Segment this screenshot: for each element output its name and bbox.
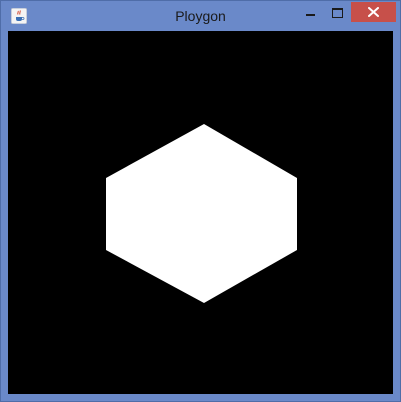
minimize-button[interactable]: [297, 3, 324, 23]
close-button[interactable]: [351, 2, 396, 22]
minimize-icon: [306, 14, 315, 16]
maximize-button[interactable]: [324, 3, 351, 23]
app-window: Ploygon: [0, 0, 401, 402]
title-bar[interactable]: Ploygon: [1, 1, 400, 31]
close-icon: [368, 7, 379, 17]
maximize-icon: [332, 8, 343, 18]
drawing-canvas[interactable]: [8, 31, 393, 394]
hexagon-shape: [106, 124, 297, 303]
